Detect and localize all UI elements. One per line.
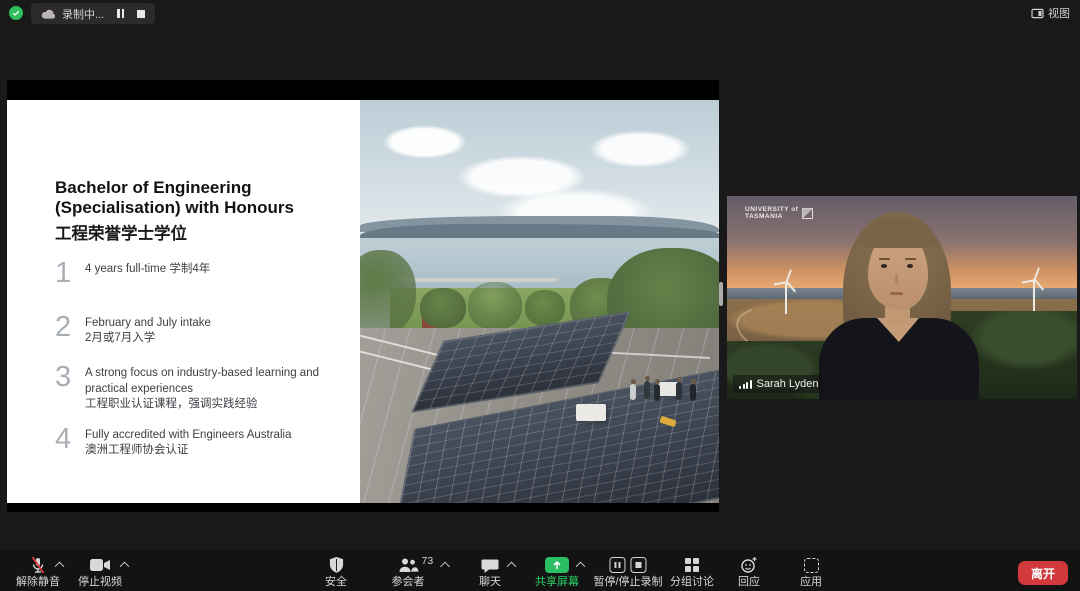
- view-button[interactable]: 视图: [1031, 5, 1070, 21]
- security-button[interactable]: 安全: [325, 555, 347, 589]
- shared-screen-area: Bachelor of Engineering (Specialisation)…: [7, 80, 719, 512]
- logo-line2: TASMANIA: [745, 213, 798, 220]
- participant-name: Sarah Lyden: [757, 378, 819, 390]
- slide-title-en: Bachelor of Engineering (Specialisation)…: [55, 178, 323, 218]
- slide-text-panel: Bachelor of Engineering (Specialisation)…: [7, 100, 360, 503]
- university-emblem-icon: [802, 208, 813, 219]
- participant-video-tile[interactable]: UNIVERSITY of TASMANIA Sarah Lyden: [727, 196, 1077, 399]
- person-eye: [907, 264, 913, 268]
- item-number: 3: [55, 364, 85, 391]
- slide-list: 1 4 years full-time 学制4年 2 February and …: [55, 260, 335, 458]
- item-text-en: A strong focus on industry-based learnin…: [85, 366, 335, 396]
- slide-title-zh: 工程荣誉学士学位: [55, 220, 187, 244]
- stop-video-button[interactable]: 停止视频: [78, 555, 122, 589]
- person-nose: [895, 274, 898, 284]
- recording-indicator: 录制中...: [31, 3, 155, 24]
- breakout-rooms-button[interactable]: 分组讨论: [670, 555, 714, 589]
- pause-stop-record-button[interactable]: 暂停/停止录制: [593, 555, 662, 589]
- leave-button[interactable]: 离开: [1018, 561, 1068, 585]
- item-number: 2: [55, 314, 85, 341]
- meeting-secure-icon[interactable]: [9, 6, 23, 20]
- item-text-zh: 工程职业认证课程，强调实践经验: [85, 397, 335, 412]
- stop-video-label: 停止视频: [78, 576, 122, 589]
- stop-icon[interactable]: [631, 557, 647, 573]
- share-options-chevron[interactable]: [576, 562, 586, 572]
- security-label: 安全: [325, 576, 347, 589]
- item-number: 1: [55, 260, 85, 287]
- photo-tree: [525, 290, 565, 326]
- zoom-meeting-window: 录制中... 视图 Bachelor of Engineering (Speci…: [0, 0, 1080, 591]
- reactions-button[interactable]: 回应: [738, 555, 760, 589]
- photo-person: [676, 382, 682, 400]
- item-number: 4: [55, 426, 85, 453]
- slide-photo-rooftop-solar: [360, 100, 719, 503]
- item-text-en: February and July intake: [85, 316, 335, 331]
- photo-tree: [420, 288, 466, 328]
- photo-ac-unit: [576, 404, 606, 421]
- list-item: 1 4 years full-time 学制4年: [55, 260, 335, 287]
- breakout-rooms-label: 分组讨论: [670, 576, 714, 589]
- pause-recording-icon[interactable]: [117, 9, 124, 18]
- mic-muted-icon: [28, 555, 48, 575]
- view-layout-icon: [1031, 8, 1044, 19]
- photo-person: [654, 384, 660, 401]
- chat-chevron[interactable]: [507, 562, 517, 572]
- participants-chevron[interactable]: [440, 562, 450, 572]
- participants-label: 参会者: [392, 576, 425, 589]
- person-mouth: [890, 292, 903, 295]
- share-screen-label: 共享屏幕: [535, 576, 579, 589]
- chat-button[interactable]: 聊天: [479, 555, 501, 589]
- item-text-en: 4 years full-time 学制4年: [85, 262, 335, 277]
- item-text-en: Fully accredited with Engineers Australi…: [85, 428, 335, 443]
- person-eyebrow: [879, 258, 890, 260]
- check-icon: [12, 9, 20, 17]
- person-eyebrow: [905, 258, 916, 260]
- apps-icon: [804, 558, 819, 573]
- list-item: 4 Fully accredited with Engineers Austra…: [55, 426, 335, 458]
- item-text-zh: 2月或7月入学: [85, 331, 335, 346]
- video-options-chevron[interactable]: [120, 562, 130, 572]
- photo-person: [630, 384, 636, 400]
- reaction-smiley-icon: [740, 556, 758, 574]
- audio-level-bars-icon: [739, 379, 752, 389]
- unmute-button[interactable]: 解除静音: [16, 555, 60, 589]
- list-item: 2 February and July intake 2月或7月入学: [55, 314, 335, 346]
- pause-icon[interactable]: [610, 557, 626, 573]
- stop-recording-icon[interactable]: [137, 10, 145, 18]
- camera-icon: [89, 557, 111, 573]
- apps-label: 应用: [800, 576, 822, 589]
- photo-person: [690, 384, 696, 401]
- pause-stop-record-label: 暂停/停止录制: [593, 576, 662, 589]
- mic-options-chevron[interactable]: [55, 562, 65, 572]
- apps-button[interactable]: 应用: [800, 555, 822, 589]
- breakout-grid-icon: [685, 558, 699, 572]
- participants-icon: [398, 557, 419, 574]
- participant-nameplate: Sarah Lyden: [733, 375, 827, 393]
- video-panel-collapse-handle[interactable]: [719, 282, 723, 306]
- logo-line1: UNIVERSITY of: [745, 206, 798, 213]
- share-screen-icon: [545, 557, 569, 573]
- presentation-slide: Bachelor of Engineering (Specialisation)…: [7, 100, 719, 503]
- participant-person: [727, 196, 1077, 399]
- person-eye: [881, 264, 887, 268]
- university-logo: UNIVERSITY of TASMANIA: [745, 206, 813, 220]
- reactions-label: 回应: [738, 576, 760, 589]
- photo-tree: [468, 282, 522, 330]
- chat-bubble-icon: [481, 557, 499, 574]
- photo-person: [644, 381, 650, 399]
- meeting-toolbar: 解除静音 停止视频 安全: [0, 550, 1080, 591]
- view-label: 视图: [1048, 5, 1070, 21]
- list-item: 3 A strong focus on industry-based learn…: [55, 364, 335, 412]
- participants-button[interactable]: 73 参会者: [392, 555, 425, 589]
- unmute-label: 解除静音: [16, 576, 60, 589]
- cloud-recording-icon: [41, 8, 55, 20]
- shield-icon: [328, 556, 345, 574]
- share-screen-button[interactable]: 共享屏幕: [535, 555, 579, 589]
- item-text-zh: 澳洲工程师协会认证: [85, 443, 335, 458]
- recording-label: 录制中...: [62, 6, 104, 22]
- participants-count: 73: [422, 555, 434, 568]
- chat-label: 聊天: [479, 576, 501, 589]
